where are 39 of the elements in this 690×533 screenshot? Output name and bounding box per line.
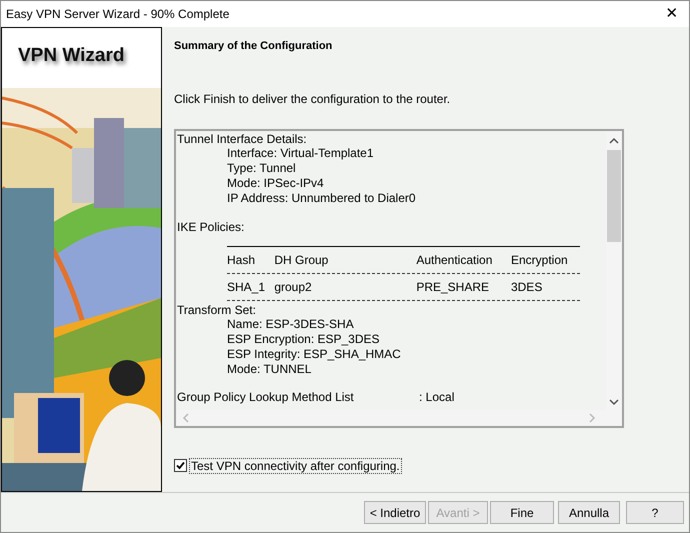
table-cell-text: PRE_SHARE [416,278,490,296]
scroll-right-icon[interactable] [588,412,596,422]
wizard-button[interactable]: ? [626,501,684,524]
setting-value: : Local [419,390,454,404]
detail-text: IP Address: Unnumbered to Dialer0 [226,190,417,206]
page-heading: Summary of the Configuration [174,39,334,54]
wizard-button[interactable]: < Indietro [364,501,426,524]
table-cell-text: 3DES [510,278,544,296]
scroll-thumb[interactable] [607,150,621,242]
detail-text: Type: Tunnel [226,160,297,176]
table-cell-text: group2 [274,278,313,296]
window-title: Easy VPN Server Wizard - 90% Complete [6,6,230,23]
scroll-left-icon[interactable] [182,412,190,422]
instruction-text: Click Finish to deliver the configuration to the router. [174,90,452,108]
table-cell-text: SHA_1 [227,278,266,296]
column-header: Authentication [416,252,494,268]
column-header: DH Group [274,252,330,268]
detail-text: ESP Integrity: ESP_SHA_HMAC [226,346,402,362]
wizard-button[interactable]: Annulla [558,501,620,524]
detail-text: Mode: IPSec-IPv4 [226,176,325,190]
checkbox[interactable] [174,459,187,472]
section-heading: IKE Policies: [177,220,246,234]
section-heading: Tunnel Interface Details: [177,132,308,146]
wizard-button[interactable]: Fine [490,501,554,524]
detail-text: Mode: TUNNEL [226,362,312,376]
detail-text: Name: ESP-3DES-SHA [226,316,355,332]
scroll-down-icon[interactable] [609,398,619,406]
vertical-scrollbar[interactable] [606,130,622,410]
detail-text: ESP Encryption: ESP_3DES [226,332,381,346]
column-header: Hash [227,252,256,268]
close-button[interactable]: ✕ [660,3,684,25]
horizontal-scrollbar[interactable] [176,410,622,426]
section-heading: Transform Set: [177,302,257,316]
detail-text: Interface: Virtual-Template1 [226,146,375,160]
setting-label: Group Policy Lookup Method List [177,390,355,404]
banner-title: VPN Wizard [18,44,124,68]
scroll-up-icon[interactable] [609,136,619,144]
checkbox-label[interactable]: Test VPN connectivity after configuring. [189,458,402,474]
column-header: Encryption [510,252,569,268]
